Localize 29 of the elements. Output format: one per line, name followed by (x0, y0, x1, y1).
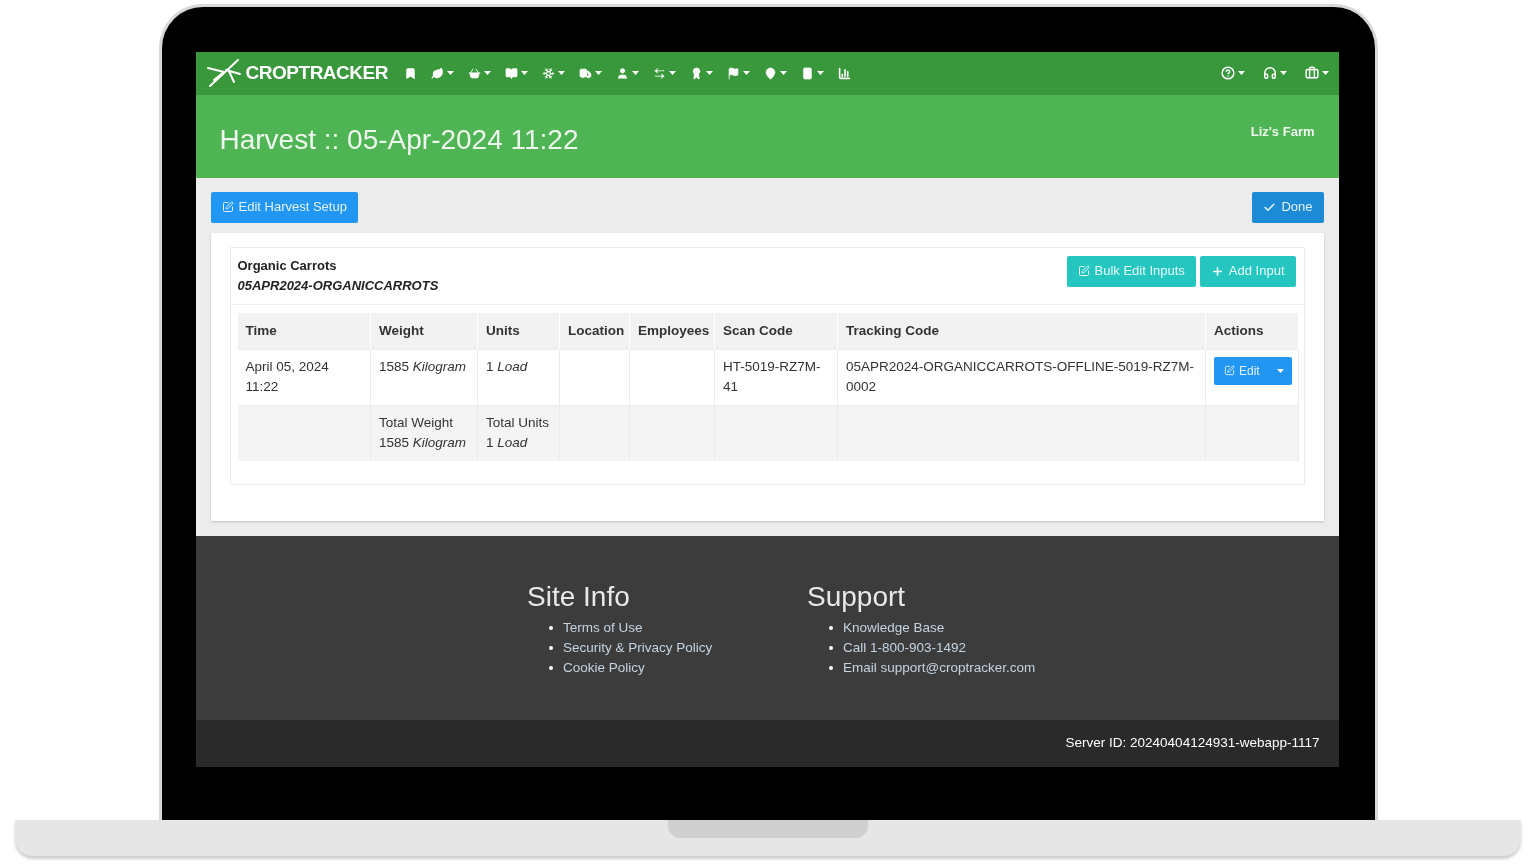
footer-link[interactable]: Cookie Policy (563, 657, 645, 678)
table-cell-text: Total Weight 1585 Kilogram (379, 413, 468, 452)
footer-heading: Support (807, 579, 907, 614)
footer-link[interactable]: Security & Privacy Policy (563, 637, 713, 658)
harvest-code: 05APR2024-ORGANICCARROTS (237, 276, 439, 295)
column-header: Actions (1205, 312, 1299, 350)
column-header: Units (477, 312, 560, 350)
brand-name: CROPTRACKER (245, 61, 389, 86)
footer-link[interactable]: Call 1-800-903-1492 (843, 637, 967, 658)
footer-link[interactable]: Knowledge Base (843, 617, 945, 638)
column-header: Scan Code (714, 312, 838, 350)
table-cell-text: 1585 Kilogram (379, 357, 468, 376)
column-header: Weight (370, 312, 478, 350)
column-header: Time (237, 312, 371, 350)
product-name: Organic Carrots (237, 256, 338, 275)
footer-heading: Site Info (527, 579, 631, 614)
server-id: Server ID: 20240404124931-webapp-1117 (1065, 734, 1320, 753)
footer-link[interactable]: Email support@croptracker.com (843, 657, 1036, 678)
page-title: Harvest :: 05-Apr-2024 11:22 (219, 122, 579, 157)
table-cell-text: 1 Load (486, 357, 529, 376)
farm-name: Liz's Farm (1250, 122, 1315, 141)
column-header: Employees (629, 312, 715, 350)
table-cell-text: April 05, 2024 11:22 (245, 357, 330, 396)
column-header: Location (559, 312, 630, 350)
table-cell-text: 05APR2024-ORGANICCARROTS-OFFLINE-5019-RZ7M-0002 (846, 357, 1196, 396)
column-header: Tracking Code (837, 312, 1206, 350)
footer-link[interactable]: Terms of Use (563, 617, 643, 638)
table-cell-text: Total Units 1 Load (486, 413, 551, 452)
table-cell-text: HT-5019-RZ7M-41 (723, 357, 822, 396)
